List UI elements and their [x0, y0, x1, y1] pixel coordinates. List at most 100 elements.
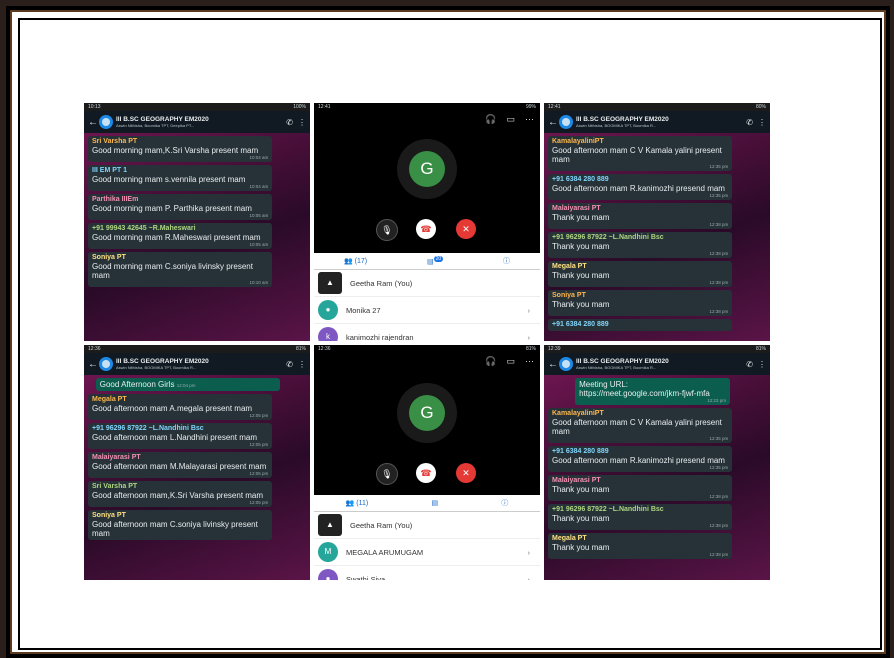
participant-row[interactable]: ▲ Geetha Ram (You) [314, 270, 540, 297]
more-icon[interactable]: ⋯ [525, 114, 534, 125]
message-bubble[interactable]: KamalayaliniPT Good afternoon mam C V Kam… [548, 408, 733, 443]
participant-name: Monika 27 [346, 305, 381, 315]
message-bubble[interactable]: Soniya PT Good afternoon mam C.soniya liv… [88, 510, 273, 540]
message-bubble[interactable]: +91 99943 42645 ~R.Maheswari Good morning… [88, 223, 273, 249]
back-arrow-icon[interactable]: ← [88, 117, 98, 128]
meet-top-bar: 🎧 ▭ ⋯ [314, 111, 540, 127]
collage-area: 10:13 100% ← III B.SC GEOGRAPHY EM2020 Asw… [18, 18, 882, 650]
message-bubble[interactable]: KamalayaliniPT Good afternoon mam C V Kam… [548, 136, 733, 171]
participant-row[interactable]: M MEGALA ARUMUGAM › [314, 539, 540, 566]
more-menu-icon[interactable]: ⋮ [758, 118, 766, 127]
message-bubble[interactable]: Megala PT Thank you mam 12:38 pm [548, 533, 733, 559]
message-text: Thank you mam [552, 543, 610, 552]
chevron-right-icon[interactable]: › [528, 306, 531, 315]
back-arrow-icon[interactable]: ← [548, 117, 558, 128]
tab-chat[interactable]: ▤ [431, 499, 438, 507]
message-bubble[interactable]: Malaiyarasi PT Thank you mam 12:38 pm [548, 203, 733, 229]
message-list: KamalayaliniPT Good afternoon mam C V Kam… [544, 136, 770, 331]
add-call-icon[interactable]: ✆ [286, 360, 293, 369]
message-time: 10:05 am [249, 213, 269, 218]
message-bubble[interactable]: +91 6384 280 889 Good afternoon mam R.kan… [548, 174, 733, 200]
add-call-icon[interactable]: ✆ [286, 118, 293, 127]
tab-info[interactable]: ⓘ [503, 256, 510, 266]
people-count: (17) [354, 258, 368, 265]
group-avatar[interactable] [559, 357, 573, 371]
camera-off-button[interactable]: ✕ [456, 463, 476, 483]
message-bubble[interactable]: Soniya PT Good morning mam C.soniya livin… [88, 252, 273, 287]
outgoing-message[interactable]: Good Afternoon Girls 12:04 pm [95, 378, 280, 391]
message-bubble[interactable]: +91 96296 87922 ~L.Nandhini Bsc Thank you… [548, 504, 733, 530]
headphones-icon[interactable]: 🎧 [485, 114, 496, 125]
back-arrow-icon[interactable]: ← [88, 359, 98, 370]
group-avatar[interactable] [559, 115, 573, 129]
headphones-icon[interactable]: 🎧 [485, 356, 496, 367]
message-time: 12:38 pm [709, 280, 729, 285]
message-text: Good afternoon mam M.Malayarasi present … [92, 462, 267, 471]
message-time: 12:05 pm [249, 500, 269, 505]
mic-button[interactable]: 🎙 [376, 219, 398, 241]
message-bubble[interactable]: Parthika IIIEm Good morning mam P. Parthi… [88, 194, 273, 220]
status-bar: 10:13 100% [84, 103, 310, 111]
message-bubble[interactable]: Sri Varsha PT Good afternoon mam,K.Sri Va… [88, 481, 273, 507]
participant-row[interactable]: ● Monika 27 › [314, 297, 540, 324]
message-bubble[interactable]: Malaiyarasi PT Thank you mam 12:38 pm [548, 475, 733, 501]
participant-row[interactable]: k kanimozhi rajendran › [314, 324, 540, 341]
message-bubble[interactable]: III EM PT 1 Good morning mam s.vennila pr… [88, 165, 273, 191]
message-bubble[interactable]: Megala PT Thank you mam 12:38 pm [548, 261, 733, 287]
message-sender: KamalayaliniPT [552, 410, 604, 417]
end-call-button[interactable]: ☎ [416, 219, 436, 239]
captions-icon[interactable]: ▭ [506, 114, 515, 125]
message-time: 12:38 pm [709, 309, 729, 314]
message-text: Good afternoon mam,K.Sri Varsha present … [92, 491, 264, 500]
group-avatar[interactable] [99, 115, 113, 129]
group-title[interactable]: III B.SC GEOGRAPHY EM2020 [116, 116, 281, 123]
more-menu-icon[interactable]: ⋮ [758, 360, 766, 369]
message-bubble[interactable]: +91 6384 280 889 Good afternoon mam R.kan… [548, 446, 733, 472]
participant-row[interactable]: ● Swathi Siva › [314, 566, 540, 580]
more-menu-icon[interactable]: ⋮ [298, 118, 306, 127]
message-bubble[interactable]: Malaiyarasi PT Good afternoon mam M.Malay… [88, 452, 273, 478]
mic-button[interactable]: 🎙 [376, 463, 398, 485]
message-bubble[interactable]: Soniya PT Thank you mam 12:38 pm [548, 290, 733, 316]
message-sender: KamalayaliniPT [552, 138, 604, 145]
status-battery: 81% [295, 346, 306, 352]
status-time: 12:39 [548, 346, 561, 352]
status-bar: 12:41 99% [314, 103, 540, 111]
message-bubble[interactable]: +91 96296 87922 ~L.Nandhini Bsc Thank you… [548, 232, 733, 258]
chevron-right-icon[interactable]: › [528, 575, 531, 581]
message-text: Thank you mam [552, 485, 610, 494]
message-bubble[interactable]: Megala PT Good afternoon mam A.megala pre… [88, 394, 273, 420]
message-text: Thank you mam [552, 242, 610, 251]
tab-chat[interactable]: ▤ 20 [427, 256, 444, 266]
captions-icon[interactable]: ▭ [506, 356, 515, 367]
outgoing-message[interactable]: Meeting URL: https://meet.google.com/jkm… [575, 378, 730, 405]
chevron-right-icon[interactable]: › [528, 333, 531, 342]
message-sender: +91 6384 280 889 [552, 176, 609, 183]
photo-frame: 10:13 100% ← III B.SC GEOGRAPHY EM2020 Asw… [6, 6, 890, 658]
group-members: Aswin Nithisha, BOOMIKA TPT, Boomika R..… [576, 365, 657, 370]
back-arrow-icon[interactable]: ← [548, 359, 558, 370]
group-avatar[interactable] [99, 357, 113, 371]
message-bubble[interactable]: Sri Varsha PT Good morning mam,K.Sri Vars… [88, 136, 273, 162]
more-menu-icon[interactable]: ⋮ [298, 360, 306, 369]
tab-info[interactable]: ⓘ [501, 498, 508, 508]
more-icon[interactable]: ⋯ [525, 356, 534, 367]
add-call-icon[interactable]: ✆ [746, 118, 753, 127]
group-title[interactable]: III B.SC GEOGRAPHY EM2020 [576, 358, 741, 365]
group-title[interactable]: III B.SC GEOGRAPHY EM2020 [576, 116, 741, 123]
message-bubble[interactable]: +91 96296 87922 ~L.Nandhini Bsc Good afte… [88, 423, 273, 449]
end-call-button[interactable]: ☎ [416, 463, 436, 483]
tab-people[interactable]: 👥 (11) [346, 499, 369, 507]
tab-people[interactable]: 👥 (17) [344, 257, 367, 265]
chevron-right-icon[interactable]: › [528, 548, 531, 557]
group-title[interactable]: III B.SC GEOGRAPHY EM2020 [116, 358, 281, 365]
participant-avatar: ▲ [318, 514, 342, 536]
message-bubble[interactable]: +91 6384 280 889 [548, 319, 733, 331]
message-time: 12:23 pm [707, 398, 726, 403]
status-time: 12:36 [88, 346, 101, 352]
add-call-icon[interactable]: ✆ [746, 360, 753, 369]
message-sender: +91 6384 280 889 [552, 321, 609, 328]
participant-row[interactable]: ▲ Geetha Ram (You) [314, 512, 540, 539]
status-bar: 12:39 81% [544, 345, 770, 353]
camera-off-button[interactable]: ✕ [456, 219, 476, 239]
